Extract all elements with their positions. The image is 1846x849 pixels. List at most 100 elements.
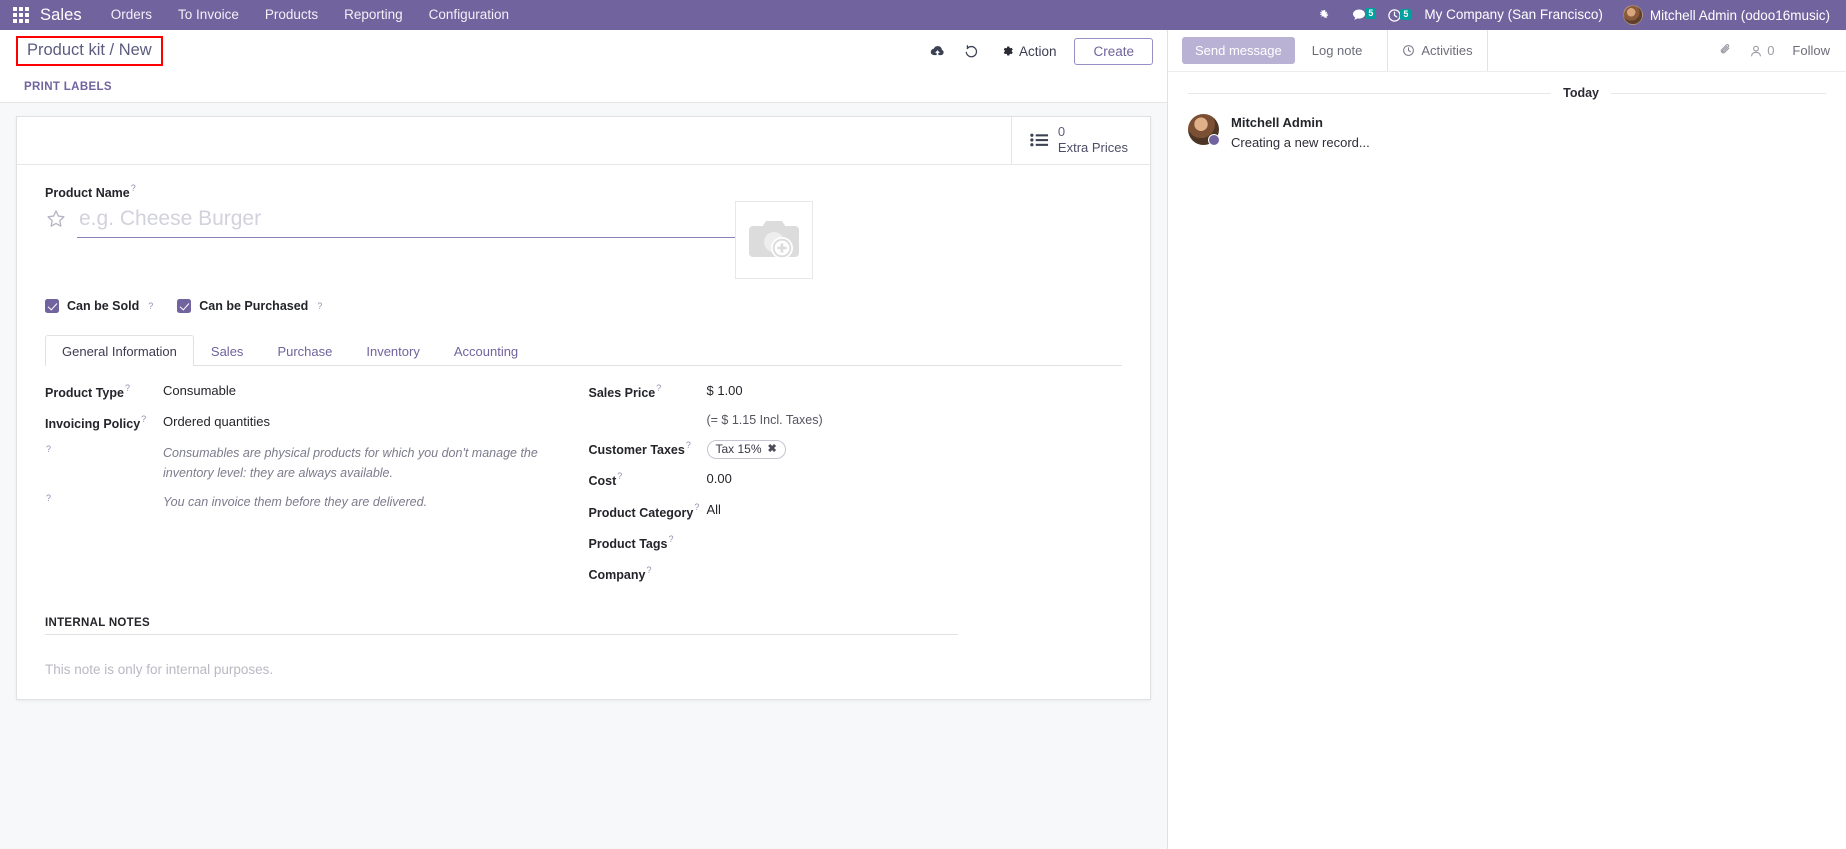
apps-grid-icon[interactable] bbox=[12, 6, 30, 24]
fields-right-column: Sales Price? $ 1.00 (= $ 1.15 Incl. Taxe… bbox=[589, 382, 1123, 596]
field-company: Company? bbox=[589, 564, 1123, 584]
user-menu-label: Mitchell Admin (odoo16music) bbox=[1649, 7, 1830, 23]
product-type-help-icon[interactable]: ? bbox=[125, 383, 130, 393]
sales-price-incl-taxes: (= $ 1.15 Incl. Taxes) bbox=[706, 412, 823, 427]
tab-general-information[interactable]: General Information bbox=[45, 334, 194, 366]
print-labels-button[interactable]: PRINT LABELS bbox=[24, 81, 112, 93]
message-body: Mitchell Admin Creating a new record... bbox=[1231, 114, 1370, 152]
field-customer-taxes: Customer Taxes? Tax 15% ✖ bbox=[589, 439, 1123, 459]
message-item: Mitchell Admin Creating a new record... bbox=[1188, 114, 1826, 152]
tab-accounting[interactable]: Accounting bbox=[437, 335, 535, 366]
user-menu[interactable]: Mitchell Admin (odoo16music) bbox=[1615, 5, 1836, 25]
product-image-upload[interactable] bbox=[735, 200, 813, 279]
follow-button[interactable]: Follow bbox=[1790, 39, 1832, 62]
star-icon[interactable] bbox=[45, 208, 67, 235]
breadcrumb[interactable]: Product kit / New bbox=[16, 36, 163, 66]
sales-price-help-icon[interactable]: ? bbox=[656, 383, 661, 393]
form-notebook-tabs: General Information Sales Purchase Inven… bbox=[45, 334, 1122, 366]
checkbox-can-be-purchased-box[interactable] bbox=[177, 298, 192, 313]
product-name-help-icon[interactable]: ? bbox=[131, 183, 136, 193]
action-button[interactable]: Action bbox=[989, 40, 1069, 63]
day-separator: Today bbox=[1188, 86, 1826, 100]
tag-tax-15-label: Tax 15% bbox=[715, 441, 762, 456]
can-be-purchased-help-icon[interactable]: ? bbox=[317, 301, 322, 311]
clock-icon[interactable]: 5 bbox=[1377, 8, 1412, 23]
customer-taxes-help-icon[interactable]: ? bbox=[686, 440, 691, 450]
form-sheet-body: Product Name? e.g. Cheese Burger Can be … bbox=[17, 165, 1150, 677]
company-selector[interactable]: My Company (San Francisco) bbox=[1412, 0, 1615, 30]
nav-menu-to-invoice[interactable]: To Invoice bbox=[165, 0, 252, 30]
send-message-button[interactable]: Send message bbox=[1182, 37, 1295, 64]
tab-sales[interactable]: Sales bbox=[194, 335, 261, 366]
field-product-tags: Product Tags? bbox=[589, 533, 1123, 553]
tab-inventory[interactable]: Inventory bbox=[349, 335, 436, 366]
followers-button[interactable]: 0 bbox=[1749, 43, 1774, 58]
form-pane: Product kit / New Action Create PRINT LA… bbox=[0, 30, 1168, 849]
undo-icon[interactable] bbox=[955, 36, 989, 66]
internal-notes-input[interactable]: This note is only for internal purposes. bbox=[45, 662, 1122, 677]
checkbox-can-be-purchased-label[interactable]: Can be Purchased bbox=[199, 299, 308, 313]
nav-menu-products[interactable]: Products bbox=[252, 0, 331, 30]
control-panel: Product kit / New Action Create PRINT LA… bbox=[0, 30, 1167, 103]
fields-left-column: Product Type? Consumable Invoicing Polic… bbox=[45, 382, 579, 596]
product-name-input[interactable] bbox=[77, 204, 735, 238]
product-tags-help-icon[interactable]: ? bbox=[668, 534, 673, 544]
invoicing-policy-hint-help-icon[interactable]: ? bbox=[46, 493, 51, 503]
product-category-help-icon[interactable]: ? bbox=[694, 502, 699, 512]
product-name-input-row bbox=[45, 204, 735, 238]
cost-value[interactable]: 0.00 bbox=[707, 470, 732, 488]
activities-button[interactable]: Activities bbox=[1387, 30, 1488, 71]
app-body: Product kit / New Action Create PRINT LA… bbox=[0, 30, 1846, 849]
field-product-category: Product Category? All bbox=[589, 501, 1123, 521]
activities-button-label: Activities bbox=[1421, 43, 1473, 58]
avatar[interactable] bbox=[1188, 114, 1220, 146]
paperclip-icon[interactable] bbox=[1718, 42, 1733, 60]
internal-notes-title: INTERNAL NOTES bbox=[45, 617, 958, 636]
can-be-sold-help-icon[interactable]: ? bbox=[148, 301, 153, 311]
internal-notes-section: INTERNAL NOTES This note is only for int… bbox=[45, 617, 1122, 677]
create-button[interactable]: Create bbox=[1074, 37, 1153, 65]
nav-menu-reporting[interactable]: Reporting bbox=[331, 0, 416, 30]
app-brand-sales[interactable]: Sales bbox=[38, 6, 98, 25]
invoicing-policy-help-icon[interactable]: ? bbox=[141, 414, 146, 424]
checkbox-can-be-sold-label[interactable]: Can be Sold bbox=[67, 299, 139, 313]
product-type-hint-help-icon[interactable]: ? bbox=[46, 444, 51, 454]
log-note-button[interactable]: Log note bbox=[1299, 37, 1376, 64]
sales-price-value[interactable]: $ 1.00 bbox=[707, 382, 743, 400]
close-icon[interactable]: ✖ bbox=[768, 442, 777, 455]
cost-label: Cost bbox=[588, 474, 617, 489]
followers-count: 0 bbox=[1767, 43, 1775, 58]
product-category-value[interactable]: All bbox=[707, 501, 721, 519]
product-type-label: Product Type bbox=[45, 385, 124, 400]
camera-plus-icon bbox=[749, 220, 799, 259]
product-type-hint: Consumables are physical products for wh… bbox=[163, 446, 538, 480]
message-author: Mitchell Admin bbox=[1231, 115, 1323, 130]
product-header-row: Product Name? bbox=[45, 183, 1122, 279]
checkbox-can-be-purchased[interactable]: Can be Purchased? bbox=[177, 298, 322, 313]
customer-taxes-value[interactable]: Tax 15% ✖ bbox=[706, 439, 786, 459]
tag-tax-15[interactable]: Tax 15% ✖ bbox=[706, 439, 786, 459]
control-panel-bottom-row: PRINT LABELS bbox=[14, 72, 1153, 102]
activities-badge: 5 bbox=[1400, 8, 1412, 20]
company-help-icon[interactable]: ? bbox=[646, 565, 651, 575]
product-type-value[interactable]: Consumable bbox=[163, 382, 236, 400]
chatter-toolbar: Send message Log note Activities 0 Follo… bbox=[1168, 30, 1846, 72]
tab-purchase[interactable]: Purchase bbox=[260, 335, 349, 366]
chatter-panel: Send message Log note Activities 0 Follo… bbox=[1168, 30, 1846, 849]
customer-taxes-label: Customer Taxes bbox=[588, 443, 685, 458]
nav-menu-orders[interactable]: Orders bbox=[98, 0, 165, 30]
nav-menu-configuration[interactable]: Configuration bbox=[416, 0, 522, 30]
stat-button-extra-prices[interactable]: 0 Extra Prices bbox=[1010, 117, 1150, 164]
form-sheet: 0 Extra Prices Product Name? e.g. Cheese… bbox=[16, 116, 1151, 701]
avatar bbox=[1622, 5, 1643, 25]
person-icon bbox=[1751, 45, 1762, 56]
checkbox-can-be-sold-box[interactable] bbox=[45, 298, 59, 313]
chat-bubble-icon[interactable]: 5 bbox=[1341, 7, 1377, 23]
cost-help-icon[interactable]: ? bbox=[617, 471, 622, 481]
invoicing-policy-value[interactable]: Ordered quantities bbox=[163, 413, 270, 431]
bug-icon[interactable] bbox=[1308, 9, 1341, 22]
checkbox-can-be-sold[interactable]: Can be Sold? bbox=[45, 298, 153, 313]
cloud-upload-icon[interactable] bbox=[921, 36, 955, 66]
action-button-label: Action bbox=[1018, 43, 1057, 59]
invoicing-policy-hint: You can invoice them before they are del… bbox=[163, 494, 428, 509]
